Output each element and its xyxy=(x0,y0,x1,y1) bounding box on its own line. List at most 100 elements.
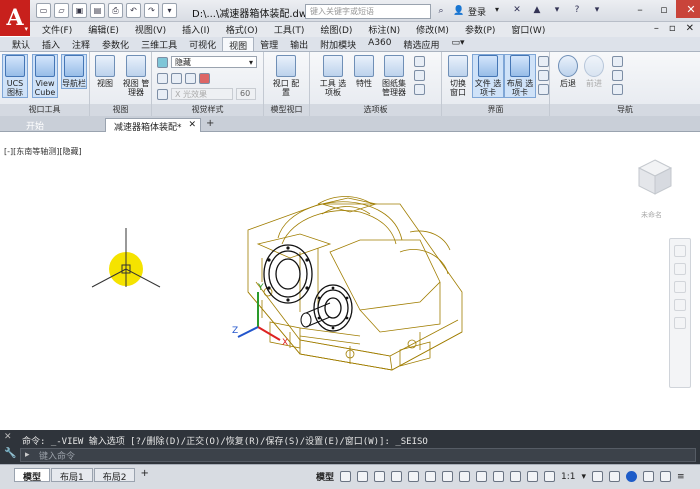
document-tab-active[interactable]: 减速器箱体装配* ✕ xyxy=(105,118,201,133)
menu-insert[interactable]: 插入(I) xyxy=(182,23,210,36)
application-menu-button[interactable]: A ▾ xyxy=(0,0,30,36)
menu-modify[interactable]: 修改(M) xyxy=(416,23,449,36)
close-icon[interactable]: ✕ xyxy=(188,120,196,130)
menu-file[interactable]: 文件(F) xyxy=(42,23,72,36)
tab-default[interactable]: 默认 xyxy=(6,37,36,51)
chevron-down-icon[interactable]: ▾ xyxy=(590,3,604,17)
object-snap-icon[interactable] xyxy=(442,471,454,482)
viewcube-button[interactable]: View Cube xyxy=(32,54,58,98)
save-icon[interactable]: ▣ xyxy=(72,3,87,18)
exchange-app-icon[interactable]: ✕ xyxy=(510,3,524,17)
plot-icon[interactable]: ⎙ xyxy=(108,3,123,18)
view-button[interactable]: 视图 xyxy=(93,55,117,88)
doc-minimize-button[interactable]: – xyxy=(654,23,659,34)
tab-manage[interactable]: 管理 xyxy=(254,37,284,51)
properties-button[interactable]: 特性 xyxy=(352,55,376,88)
chevron-down-icon[interactable]: ▾ xyxy=(582,472,587,482)
forward-button[interactable]: 前进 xyxy=(582,55,606,88)
tile-vertical-icon[interactable] xyxy=(538,70,549,81)
zoom-icon[interactable] xyxy=(612,84,623,95)
hardware-acceleration-icon[interactable] xyxy=(643,471,655,482)
tab-a360[interactable]: A360 xyxy=(362,37,397,51)
transparency-icon[interactable] xyxy=(476,471,488,482)
clean-screen-icon[interactable] xyxy=(660,471,672,482)
close-icon[interactable]: ✕ xyxy=(4,432,12,442)
material-icon[interactable] xyxy=(199,72,210,84)
tab-add-ins[interactable]: 附加模块 xyxy=(314,37,362,51)
model-space-toggle[interactable]: 模型 xyxy=(316,470,334,483)
snap-icon[interactable] xyxy=(357,471,369,482)
tab-insert[interactable]: 插入 xyxy=(36,37,66,51)
auto-scale-icon[interactable] xyxy=(544,471,556,482)
minimize-button[interactable]: – xyxy=(628,0,652,18)
workspace-dropdown-icon[interactable]: ▾ xyxy=(162,3,177,18)
add-layout-icon[interactable]: + xyxy=(140,468,148,482)
file-tabs-button[interactable]: 文件 选项卡 xyxy=(472,54,504,98)
annotation-monitor-icon[interactable] xyxy=(609,471,621,482)
pan-hand-icon[interactable] xyxy=(612,56,623,67)
workspace-switching-icon[interactable] xyxy=(592,471,604,482)
maximize-button[interactable]: ▫ xyxy=(652,0,676,18)
a360-icon[interactable]: ▲ xyxy=(530,3,544,17)
layout-tabs-button[interactable]: 布局 选项卡 xyxy=(504,54,536,98)
orbit-icon[interactable] xyxy=(674,299,686,311)
visual-style-dropdown[interactable]: 隐藏 ▾ xyxy=(171,56,257,68)
customization-menu-icon[interactable]: ≡ xyxy=(677,472,685,482)
binoculars-icon[interactable]: ⌕ xyxy=(434,4,448,18)
tab-annotate[interactable]: 注释 xyxy=(66,37,96,51)
viewcube-icon[interactable] xyxy=(633,154,677,198)
polar-tracking-icon[interactable] xyxy=(391,471,403,482)
command-input[interactable]: ▸ 键入命令 xyxy=(20,448,696,462)
back-button[interactable]: 后退 xyxy=(556,55,580,88)
tool-palettes-button[interactable]: 工具 选项板 xyxy=(318,55,348,97)
tab-3d-tools[interactable]: 三维工具 xyxy=(135,37,183,51)
tab-view[interactable]: 视图 xyxy=(222,37,255,52)
new-file-icon[interactable]: ▭ xyxy=(36,3,51,18)
tab-output[interactable]: 输出 xyxy=(284,37,314,51)
chevron-down-icon[interactable]: ▾ xyxy=(550,3,564,17)
doc-restore-button[interactable]: ▫ xyxy=(669,23,676,34)
tab-layout1[interactable]: 布局1 xyxy=(51,468,93,483)
menu-view[interactable]: 视图(V) xyxy=(135,23,166,36)
annotation-visibility-icon[interactable] xyxy=(527,471,539,482)
save-as-icon[interactable]: ▤ xyxy=(90,3,105,18)
menu-dimension[interactable]: 标注(N) xyxy=(368,23,400,36)
menu-draw[interactable]: 绘图(D) xyxy=(320,23,352,36)
lineweight-icon[interactable] xyxy=(459,471,471,482)
light-glyph-icon[interactable] xyxy=(91,228,161,288)
edge-effects-icon[interactable] xyxy=(157,72,168,84)
drawing-canvas[interactable]: [-][东南等轴测][隐藏] Z X Y 未命名 xyxy=(0,132,700,430)
search-input[interactable]: 键入关键字或短语 xyxy=(305,4,431,19)
ribbon-minimize-icon[interactable]: ▭▾ xyxy=(446,37,471,51)
annotation-scale[interactable]: 1:1 xyxy=(561,472,575,482)
menu-format[interactable]: 格式(O) xyxy=(226,23,258,36)
tab-model[interactable]: 模型 xyxy=(14,468,51,483)
design-center-icon[interactable] xyxy=(414,56,425,67)
tab-parametric[interactable]: 参数化 xyxy=(96,37,135,51)
view-manager-button[interactable]: 视图 管理器 xyxy=(122,55,150,97)
ortho-icon[interactable] xyxy=(374,471,386,482)
orbit-icon[interactable] xyxy=(612,70,623,81)
isolate-objects-icon[interactable] xyxy=(626,471,638,482)
close-window-button[interactable]: ✕ xyxy=(676,0,700,18)
xray-field[interactable]: X 光效果 xyxy=(171,88,233,100)
viewport-config-button[interactable]: 视口 配置 xyxy=(269,55,303,97)
markup-icon[interactable] xyxy=(414,70,425,81)
tab-featured-apps[interactable]: 精选应用 xyxy=(398,37,446,51)
redo-icon[interactable]: ↷ xyxy=(144,3,159,18)
sheet-set-manager-button[interactable]: 图纸集 管理器 xyxy=(378,55,410,97)
face-style-icon[interactable] xyxy=(171,72,182,84)
ucs-icon-button[interactable]: UCS 图标 xyxy=(2,54,28,98)
xray-icon[interactable] xyxy=(157,88,168,100)
tile-horizontal-icon[interactable] xyxy=(538,56,549,67)
grid-icon[interactable] xyxy=(340,471,352,482)
open-file-icon[interactable]: ▱ xyxy=(54,3,69,18)
steering-wheel-icon[interactable] xyxy=(674,245,686,257)
tab-visualize[interactable]: 可视化 xyxy=(183,37,222,51)
opacity-value[interactable]: 60 xyxy=(236,88,256,100)
login-button[interactable]: 登录 xyxy=(468,5,486,18)
quickcalc-icon[interactable] xyxy=(414,84,425,95)
new-tab-icon[interactable]: + xyxy=(206,118,214,129)
menu-tools[interactable]: 工具(T) xyxy=(274,23,305,36)
wrench-icon[interactable]: 🔧 xyxy=(4,448,16,459)
